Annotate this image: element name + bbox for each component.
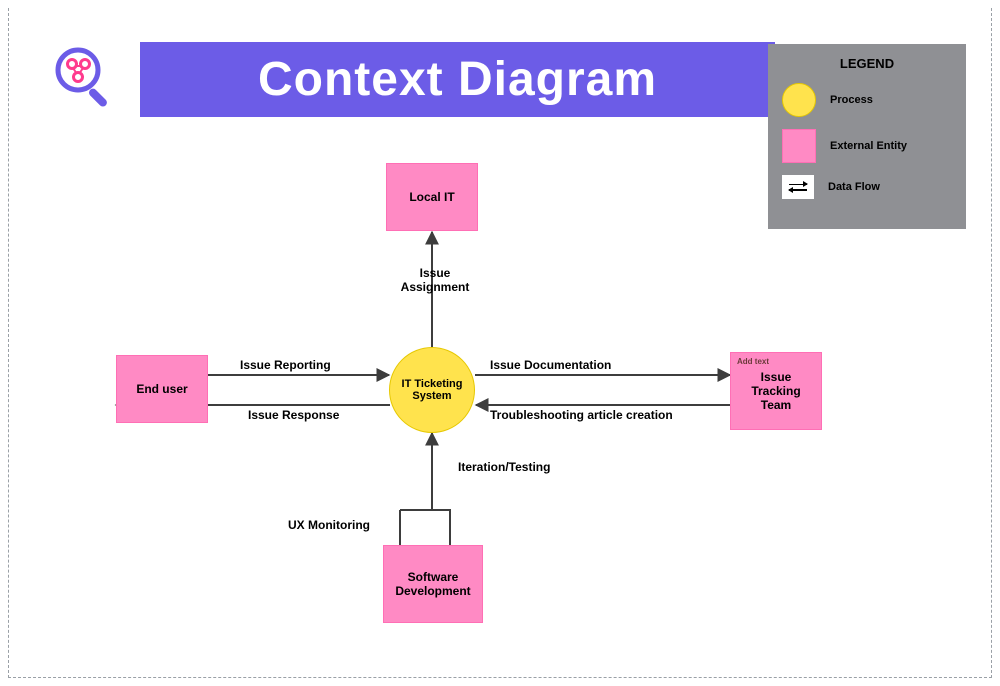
- flow-issue-response: Issue Response: [248, 408, 339, 422]
- diagram-canvas: IT Ticketing System Local IT End user Ad…: [0, 0, 1000, 686]
- process-it-ticketing[interactable]: IT Ticketing System: [389, 347, 475, 433]
- flow-issue-reporting: Issue Reporting: [240, 358, 331, 372]
- flow-issue-assignment: Issue Assignment: [395, 266, 475, 295]
- flow-iteration-testing: Iteration/Testing: [458, 460, 550, 474]
- entity-issue-tracking[interactable]: Add text Issue Tracking Team: [730, 352, 822, 430]
- entity-software-dev[interactable]: Software Development: [383, 545, 483, 623]
- connectors: [0, 0, 1000, 686]
- placeholder-note: Add text: [737, 357, 769, 366]
- entity-issue-tracking-label: Issue Tracking Team: [735, 370, 817, 412]
- entity-local-it[interactable]: Local IT: [386, 163, 478, 231]
- entity-end-user[interactable]: End user: [116, 355, 208, 423]
- flow-ux-monitoring: UX Monitoring: [288, 518, 370, 532]
- flow-issue-documentation: Issue Documentation: [490, 358, 611, 372]
- flow-article-creation: Troubleshooting article creation: [490, 408, 673, 422]
